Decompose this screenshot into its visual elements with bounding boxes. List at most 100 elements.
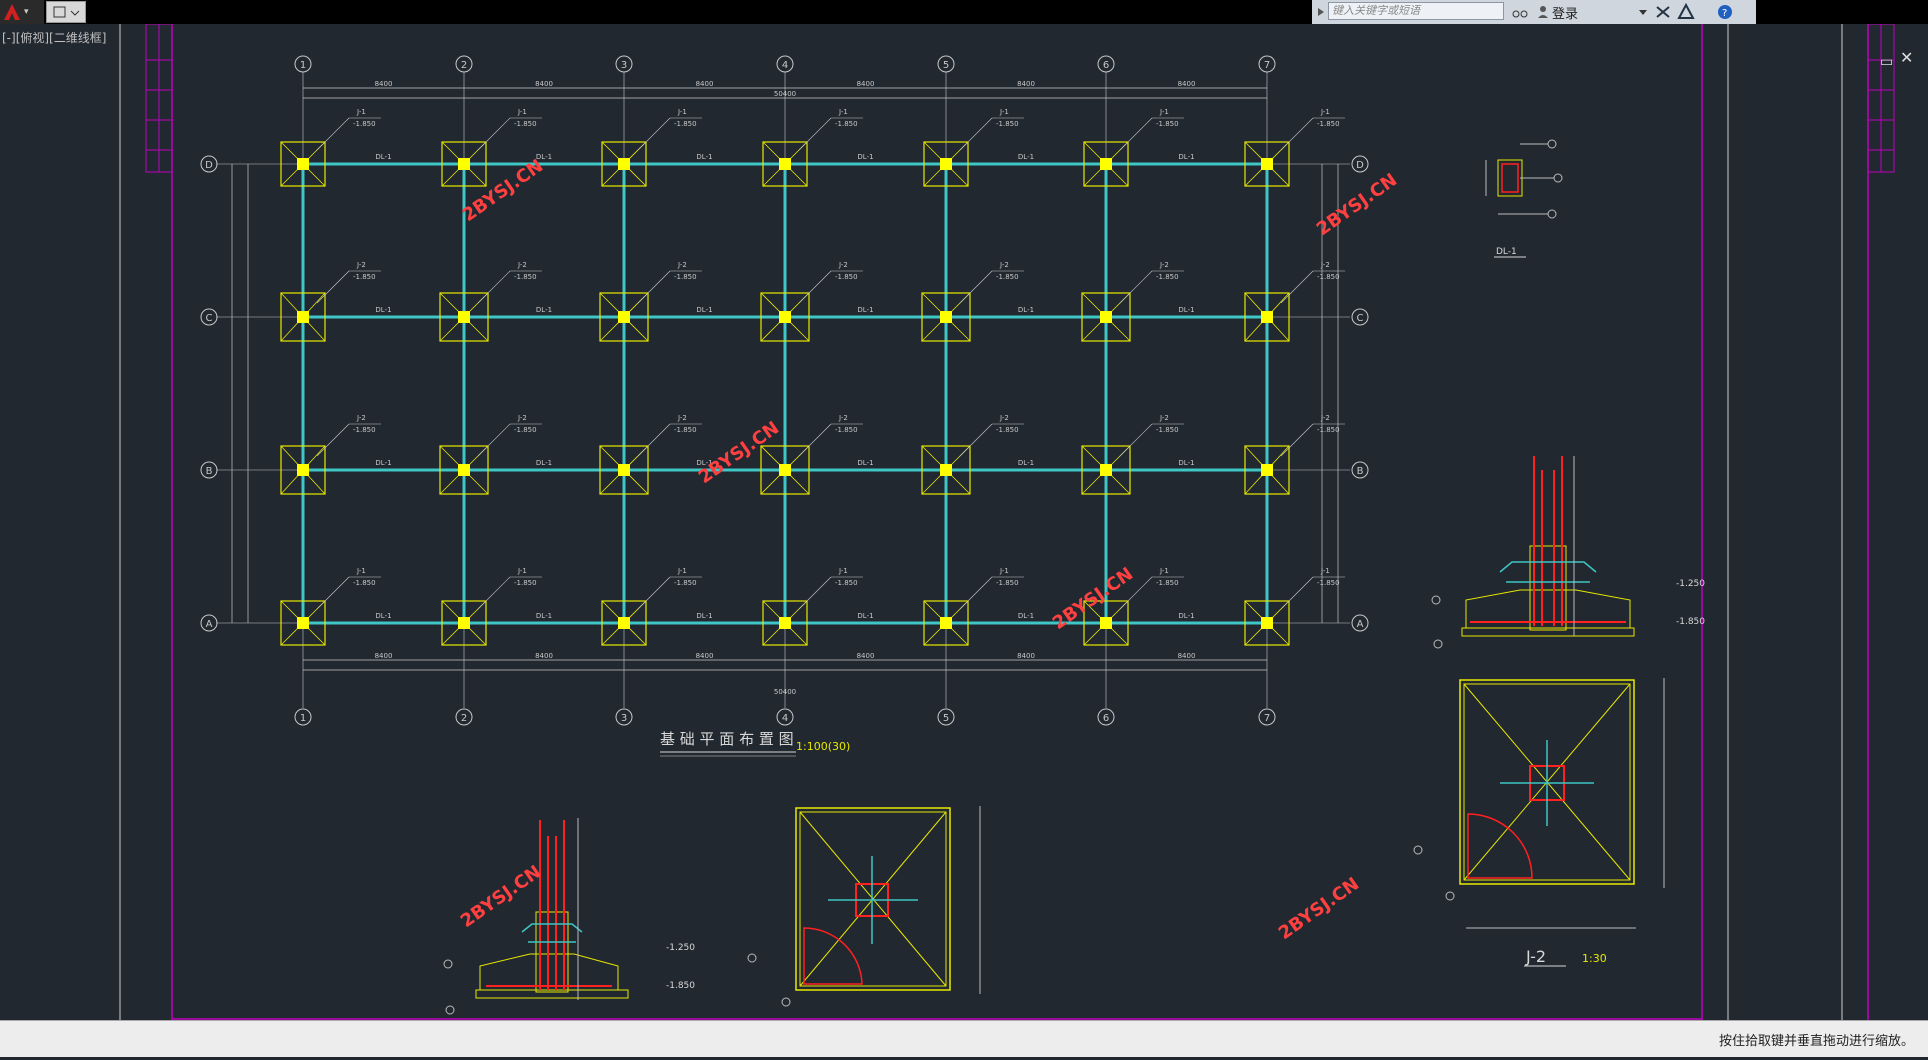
help-icon[interactable]: ? xyxy=(1716,0,1738,24)
dimension-text: 8400 xyxy=(857,80,875,88)
watermark: 2BYSJ.CN xyxy=(695,418,783,489)
grid-number: 5 xyxy=(943,60,949,71)
status-hint: 按住拾取键并垂直拖动进行缩放。 xyxy=(1718,1034,1914,1049)
footing-plan-j1 xyxy=(747,806,981,1007)
grid-letter: C xyxy=(1357,313,1364,324)
column xyxy=(940,311,952,323)
leader-line xyxy=(1119,423,1153,457)
leader-line xyxy=(798,423,832,457)
grid-number: 4 xyxy=(782,60,788,71)
column xyxy=(458,617,470,629)
leader-line xyxy=(798,576,832,610)
grid-number: 1 xyxy=(300,60,306,71)
footing-elev: -1.850 xyxy=(996,579,1019,587)
title-bar: ▾ ? 键入关键字或短语 登录 xyxy=(0,0,1928,24)
restore-icon[interactable]: ▭ xyxy=(1880,54,1893,70)
beam-label: DL-1 xyxy=(536,153,552,161)
grid-number: 1 xyxy=(300,713,306,724)
column xyxy=(618,311,630,323)
footing-elev: -1.850 xyxy=(996,426,1019,434)
footing-tag: J-2 xyxy=(838,261,848,269)
autodesk-a360-icon[interactable] xyxy=(1676,0,1698,24)
binoculars-icon[interactable] xyxy=(1510,0,1530,24)
grid-number: 7 xyxy=(1264,713,1270,724)
footing-elev: -1.850 xyxy=(835,273,858,281)
leader-line xyxy=(477,423,511,457)
leader-line xyxy=(1119,270,1153,304)
footing-tag: J-1 xyxy=(838,567,848,575)
dimension-text: 8400 xyxy=(535,80,553,88)
app-menu-button[interactable]: ▾ xyxy=(0,0,44,24)
foundation-plan: 1 1 2 2 3 3 4 4 5 5 6 6 7 7 D D C C B B A A 8400 8400 8400 8400 84… xyxy=(200,55,1369,726)
footing-elev: -1.850 xyxy=(1317,426,1340,434)
dropdown-arrow-icon[interactable] xyxy=(1636,0,1650,24)
footing-tag: J-1 xyxy=(677,108,687,116)
beam-label: DL-1 xyxy=(857,306,873,314)
footing-elev: -1.850 xyxy=(1156,579,1179,587)
viewport-label[interactable]: [-][俯视][二维线框] xyxy=(2,29,106,46)
beam-label: DL-1 xyxy=(1018,612,1034,620)
beam-label: DL-1 xyxy=(375,459,391,467)
elev-label: -1.850 xyxy=(666,981,695,991)
beam-label: DL-1 xyxy=(696,612,712,620)
beam-label: DL-1 xyxy=(1178,306,1194,314)
column xyxy=(1100,311,1112,323)
beam-section-detail: DL-1 xyxy=(1485,139,1563,258)
footing-elev: -1.850 xyxy=(353,426,376,434)
leader-line xyxy=(316,576,350,610)
watermark: 2BYSJ.CN xyxy=(457,862,545,933)
beam-label: DL-1 xyxy=(1018,459,1034,467)
footing-tag: J-2 xyxy=(517,261,527,269)
beam-label: DL-1 xyxy=(375,306,391,314)
leader-line xyxy=(316,423,350,457)
detail-title: J-2 xyxy=(1525,947,1546,966)
beam-label: DL-1 xyxy=(1178,153,1194,161)
section-label: DL-1 xyxy=(1496,247,1517,257)
column xyxy=(458,158,470,170)
search-input[interactable]: 键入关键字或短语 xyxy=(1328,2,1504,20)
footing-elev: -1.850 xyxy=(1317,579,1340,587)
footing-elev: -1.850 xyxy=(353,579,376,587)
footing-tag: J-2 xyxy=(677,414,687,422)
grid-number: 3 xyxy=(621,60,627,71)
leader-line xyxy=(316,117,350,151)
exchange-icon[interactable] xyxy=(1654,0,1672,24)
column xyxy=(618,464,630,476)
autocad-logo-icon xyxy=(4,4,20,20)
leader-line xyxy=(1280,270,1314,304)
elev-label: -1.250 xyxy=(1676,579,1705,589)
grid-number: 4 xyxy=(782,713,788,724)
elev-label: -1.850 xyxy=(1676,617,1705,627)
footing-tag: J-1 xyxy=(1159,567,1169,575)
column xyxy=(458,311,470,323)
beam-label: DL-1 xyxy=(536,459,552,467)
footing-elev: -1.850 xyxy=(835,120,858,128)
status-bar: 按住拾取键并垂直拖动进行缩放。 xyxy=(0,1020,1928,1057)
leader-line xyxy=(637,270,671,304)
footing-plan-j2: J-2 1:30 xyxy=(1413,678,1665,967)
footing-tag: J-1 xyxy=(838,108,848,116)
drawing-canvas[interactable]: 1 1 2 2 3 3 4 4 5 5 6 6 7 7 D D C C B B A A 8400 8400 8400 8400 84… xyxy=(0,24,1928,1020)
grid-number: 6 xyxy=(1103,60,1109,71)
login-link[interactable]: 登录 xyxy=(1552,3,1578,22)
quick-access-toolbar[interactable] xyxy=(46,1,86,23)
leader-line xyxy=(959,423,993,457)
beam-label: DL-1 xyxy=(857,153,873,161)
leader-line xyxy=(637,423,671,457)
beam-label: DL-1 xyxy=(375,153,391,161)
elev-label: -1.250 xyxy=(666,943,695,953)
close-icon[interactable]: ✕ xyxy=(1900,48,1913,67)
footing-tag: J-2 xyxy=(677,261,687,269)
beam-label: DL-1 xyxy=(536,306,552,314)
footing-elev: -1.850 xyxy=(353,273,376,281)
plan-title: 基 础 平 面 布 置 图 xyxy=(660,730,794,748)
triangle-right-icon xyxy=(1318,8,1324,16)
column xyxy=(779,311,791,323)
footing-tag: J-1 xyxy=(517,567,527,575)
footing-tag: J-2 xyxy=(1159,414,1169,422)
dimension-text: 8400 xyxy=(375,80,393,88)
footing-elev: -1.850 xyxy=(353,120,376,128)
leader-line xyxy=(1280,576,1314,610)
leader-line xyxy=(798,117,832,151)
watermark: 2BYSJ.CN xyxy=(1313,170,1401,241)
